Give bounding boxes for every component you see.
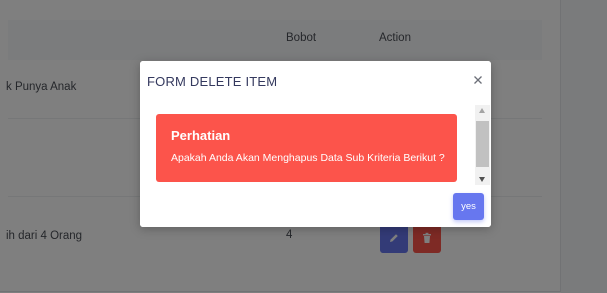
delete-modal: FORM DELETE ITEM Perhatian Apakah Anda A…: [140, 61, 491, 227]
modal-header: FORM DELETE ITEM: [140, 61, 491, 101]
modal-body: Perhatian Apakah Anda Akan Menghapus Dat…: [140, 101, 491, 227]
scroll-down-arrow-icon[interactable]: [479, 177, 485, 182]
scroll-up-arrow-icon[interactable]: [479, 108, 485, 113]
alert-message: Apakah Anda Akan Menghapus Data Sub Krit…: [171, 152, 445, 164]
close-icon: [474, 76, 482, 84]
modal-title: FORM DELETE ITEM: [147, 74, 278, 89]
confirm-yes-button[interactable]: yes: [453, 193, 484, 220]
modal-scrollbar[interactable]: [475, 105, 490, 185]
alert-title: Perhatian: [171, 128, 231, 143]
alert-danger: Perhatian Apakah Anda Akan Menghapus Dat…: [156, 114, 457, 182]
scroll-thumb[interactable]: [476, 121, 489, 167]
close-button[interactable]: [471, 73, 485, 87]
